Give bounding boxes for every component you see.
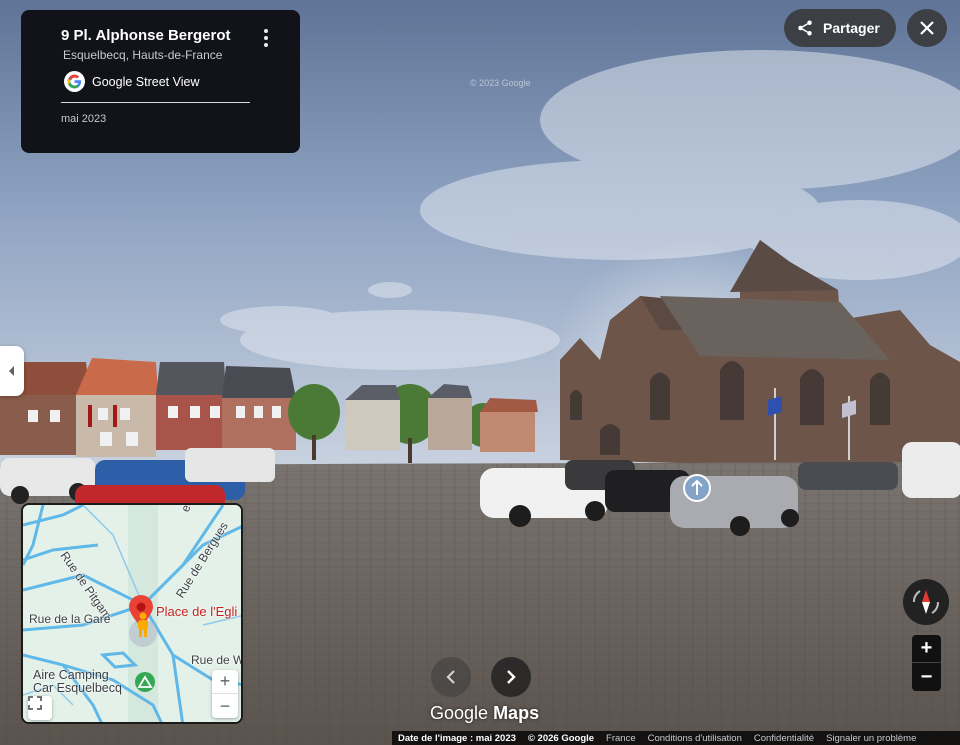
mini-map-zoom-control: + − [212, 670, 238, 718]
footer-terms-link[interactable]: Conditions d'utilisation [642, 733, 748, 744]
pegman-icon [138, 612, 148, 637]
location-title: 9 Pl. Alphonse Bergerot [61, 27, 231, 44]
previous-pano-button[interactable] [431, 657, 471, 697]
compass-button[interactable] [903, 579, 949, 625]
collapse-panel-tab[interactable] [0, 346, 24, 396]
place-label: Place de l'Egli [156, 604, 238, 619]
next-pano-button[interactable] [491, 657, 531, 697]
compass-icon [913, 590, 939, 614]
chevron-right-icon [507, 670, 516, 684]
image-watermark: © 2023 Google [470, 78, 531, 88]
mini-map[interactable]: eele Rue de Bergues Rue de Pitgam Rue de… [21, 503, 243, 724]
google-maps-logo: Google Maps [430, 703, 540, 723]
fullscreen-icon [28, 696, 42, 710]
street-label-gare: Rue de la Gare [29, 612, 111, 626]
footer-image-date: Date de l'image : mai 2023 [398, 732, 516, 744]
more-vert-icon[interactable] [259, 27, 273, 49]
chevron-left-icon [9, 366, 14, 376]
zoom-out-button[interactable]: − [912, 663, 941, 691]
provider-label[interactable]: Google Street View [92, 75, 199, 89]
mini-map-zoom-out-button[interactable]: − [212, 694, 238, 718]
left-buildings [0, 358, 296, 457]
mini-map-expand-button[interactable] [28, 696, 52, 720]
capture-date: mai 2023 [61, 113, 107, 125]
mini-map-zoom-in-button[interactable]: + [212, 670, 238, 694]
footer-privacy-link[interactable]: Confidentialité [748, 733, 820, 744]
close-icon [920, 21, 934, 35]
share-label: Partager [823, 20, 880, 36]
location-info-card: 9 Pl. Alphonse Bergerot Esquelbecq, Haut… [21, 10, 300, 153]
info-divider [61, 102, 250, 103]
zoom-in-button[interactable]: + [912, 635, 941, 663]
zoom-control: + − [912, 635, 941, 691]
google-g-icon [64, 71, 85, 92]
share-icon [798, 20, 812, 36]
pano-link-marker [683, 474, 711, 502]
location-subtitle: Esquelbecq, Hauts-de-France [63, 48, 223, 62]
footer-bar: Date de l'image : mai 2023 © 2026 Google… [392, 731, 960, 745]
camping-label: Aire Camping Car Esquelbecq [33, 668, 122, 695]
close-button[interactable] [907, 9, 947, 47]
footer-report-link[interactable]: Signaler un problème [820, 733, 922, 744]
camping-icon [135, 672, 155, 692]
chevron-left-icon [446, 670, 455, 684]
footer-country-link[interactable]: France [600, 733, 642, 744]
footer-copyright: © 2026 Google [527, 732, 595, 744]
share-button[interactable]: Partager [784, 9, 896, 47]
provider-row[interactable]: Google Street View [64, 71, 199, 92]
street-label-rue-w: Rue de W [191, 653, 243, 667]
